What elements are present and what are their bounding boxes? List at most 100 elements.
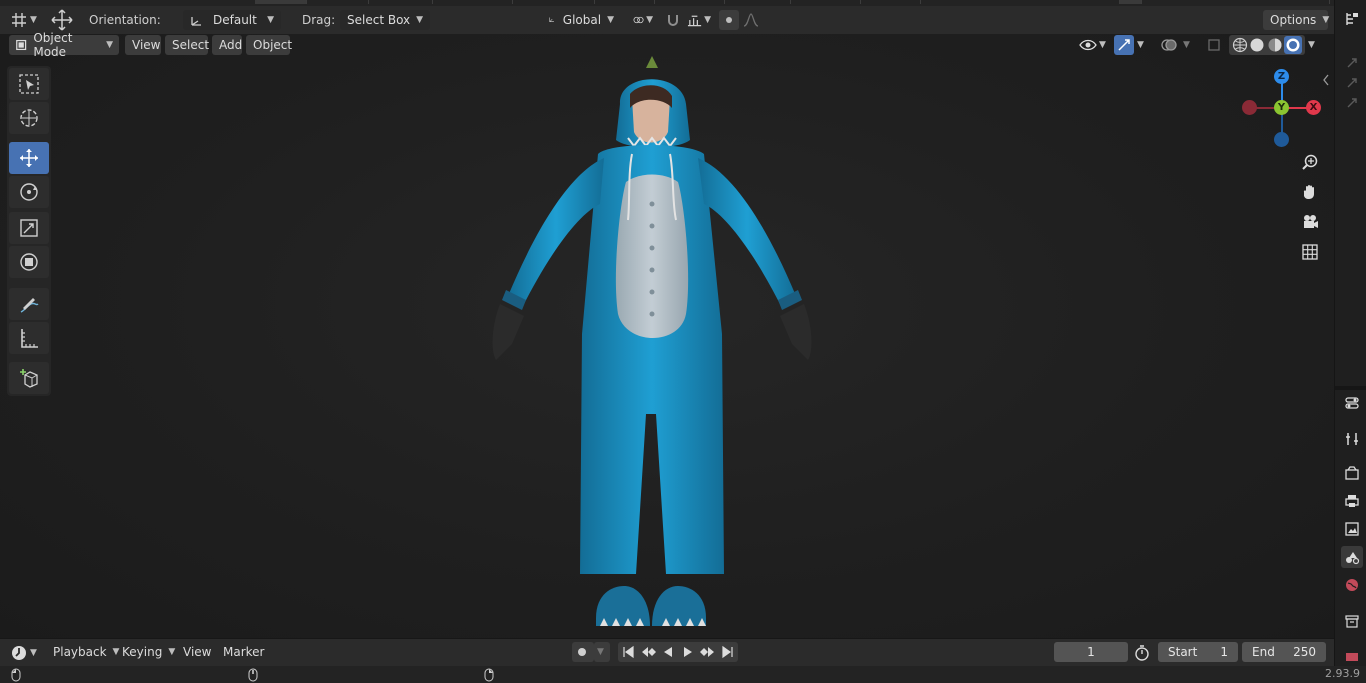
view-layer-properties-icon[interactable] [1341, 518, 1363, 540]
editor-type-button[interactable]: ▼ [10, 10, 37, 30]
character-model[interactable] [0, 34, 1334, 638]
tool-properties-icon[interactable] [1341, 428, 1363, 450]
camera-view-icon[interactable] [1298, 210, 1322, 234]
options-dropdown[interactable]: Options ▼ [1263, 10, 1330, 30]
workspace-tab-modeling[interactable] [307, 0, 369, 4]
cursor-tool[interactable] [9, 102, 49, 134]
scene-selector[interactable] [970, 0, 1120, 4]
wireframe-shading-icon[interactable] [1232, 37, 1248, 53]
object-mode-dropdown[interactable]: Object Mode ▼ [9, 31, 119, 59]
overlays-dropdown[interactable]: ▼ [1180, 35, 1198, 55]
status-bar: 2.93.9 [0, 666, 1366, 683]
restrict-select-icon[interactable] [1341, 72, 1363, 94]
render-properties-icon[interactable] [1341, 462, 1363, 484]
menu-add[interactable]: Add [212, 35, 242, 55]
menu-select[interactable]: Select [165, 35, 209, 55]
pan-hand-icon[interactable] [1298, 180, 1322, 204]
workspace-tab-sculpting[interactable] [369, 0, 433, 4]
rendered-shading-icon[interactable] [1284, 36, 1303, 54]
texture-properties-icon[interactable] [1341, 650, 1363, 664]
transform-tool[interactable] [9, 246, 49, 278]
collection-properties-icon[interactable] [1341, 610, 1363, 632]
chevron-down-icon: ▼ [646, 15, 653, 25]
chevron-down-icon: ▼ [597, 647, 604, 657]
timeline-editor-type-button[interactable]: ▼ [10, 643, 37, 663]
proportional-falloff-dropdown[interactable] [740, 10, 770, 30]
material-preview-icon[interactable] [1267, 37, 1283, 53]
3d-viewport[interactable]: Object Mode ▼ View Select Add Object ▼ ▼… [0, 31, 1334, 638]
outliner-icon[interactable] [1341, 8, 1363, 30]
workspace-tab-scripting[interactable] [861, 0, 921, 4]
gizmo-neg-z-axis[interactable] [1274, 132, 1289, 147]
chevron-down-icon: ▼ [1322, 15, 1330, 25]
start-frame-field[interactable]: Start 1 [1158, 642, 1238, 662]
annotate-tool[interactable] [9, 288, 49, 320]
menu-view[interactable]: View [125, 35, 161, 55]
output-properties-icon[interactable] [1341, 490, 1363, 512]
workspace-tab-uv-editing[interactable] [433, 0, 513, 4]
proportional-edit-icon [726, 17, 732, 23]
jump-to-keyframe-forward-icon[interactable] [699, 645, 716, 659]
keying-set-dropdown[interactable]: ▼ [594, 642, 610, 662]
gizmo-neg-x-axis[interactable] [1242, 100, 1257, 115]
jump-to-keyframe-back-icon[interactable] [640, 645, 656, 659]
restrict-select-icon[interactable] [1341, 92, 1363, 114]
sidebar-toggle-arrow-icon[interactable] [1318, 68, 1334, 92]
gizmo-y-axis[interactable]: Y [1274, 100, 1289, 115]
workspace-tab-layout[interactable] [255, 0, 307, 4]
jump-to-start-icon[interactable] [621, 645, 635, 659]
menu-keying[interactable]: Keying ▼ [115, 642, 175, 662]
workspace-tab-compositing[interactable] [791, 0, 861, 4]
world-properties-icon[interactable] [1341, 574, 1363, 596]
proportional-edit-toggle[interactable] [719, 10, 739, 30]
scene-new-button[interactable] [1120, 0, 1142, 4]
select-box-icon [19, 74, 39, 94]
properties-editor-icon[interactable] [1341, 392, 1363, 414]
ortho-grid-icon[interactable] [1298, 240, 1322, 264]
auto-keying-toggle[interactable] [572, 642, 594, 662]
orientation-dropdown[interactable]: Default ▼ [183, 10, 281, 30]
menu-marker[interactable]: Marker [216, 642, 266, 662]
jump-to-end-icon[interactable] [721, 645, 735, 659]
play-reverse-icon[interactable] [661, 645, 675, 659]
solid-shading-icon[interactable] [1249, 37, 1265, 53]
current-frame-field[interactable]: 1 [1054, 642, 1128, 662]
measure-tool[interactable] [9, 322, 49, 354]
chevron-down-icon: ▼ [704, 15, 711, 25]
workspace-tab-animation[interactable] [655, 0, 725, 4]
view-layer-selector[interactable] [1150, 0, 1330, 4]
workspace-tab-texture-paint[interactable] [513, 0, 595, 4]
move-tool[interactable] [9, 142, 49, 174]
drag-dropdown[interactable]: Select Box ▼ [340, 10, 430, 30]
xray-icon [1208, 39, 1220, 51]
select-box-tool[interactable] [9, 68, 49, 100]
rotate-tool[interactable] [9, 176, 49, 208]
shading-options-dropdown[interactable]: ▼ [1305, 35, 1325, 55]
add-cube-tool[interactable] [9, 362, 49, 394]
workspace-tab-rendering[interactable] [725, 0, 791, 4]
restrict-select-icon[interactable] [1341, 52, 1363, 74]
zoom-icon[interactable] [1298, 150, 1322, 174]
gizmo-dropdown[interactable]: ▼ [1134, 35, 1152, 55]
gizmo-x-axis[interactable]: X [1306, 100, 1321, 115]
end-frame-field[interactable]: End 250 [1242, 642, 1326, 662]
scene-properties-icon[interactable] [1341, 546, 1363, 568]
show-gizmo-toggle[interactable] [1114, 35, 1134, 55]
play-icon[interactable] [681, 645, 695, 659]
transform-orientation-dropdown[interactable]: Global ▼ [541, 10, 621, 30]
snap-toggle[interactable] [662, 10, 684, 30]
stopwatch-icon[interactable] [1134, 643, 1150, 663]
snap-target-dropdown[interactable]: ▼ [684, 10, 714, 30]
mouse-middle-icon [248, 668, 258, 682]
workspace-tab-shading[interactable] [595, 0, 655, 4]
pivot-point-dropdown[interactable]: ▼ [626, 10, 660, 30]
xray-toggle[interactable] [1204, 35, 1224, 55]
chevron-down-icon: ▼ [30, 15, 37, 25]
menu-playback[interactable]: Playback ▼ [46, 642, 119, 662]
show-overlays-toggle[interactable] [1158, 35, 1180, 55]
menu-timeline-view[interactable]: View [176, 642, 216, 662]
scale-tool[interactable] [9, 212, 49, 244]
menu-object[interactable]: Object [246, 35, 292, 55]
gizmo-z-axis[interactable]: Z [1274, 69, 1289, 84]
object-visibility-dropdown[interactable]: ▼ [1076, 35, 1110, 55]
